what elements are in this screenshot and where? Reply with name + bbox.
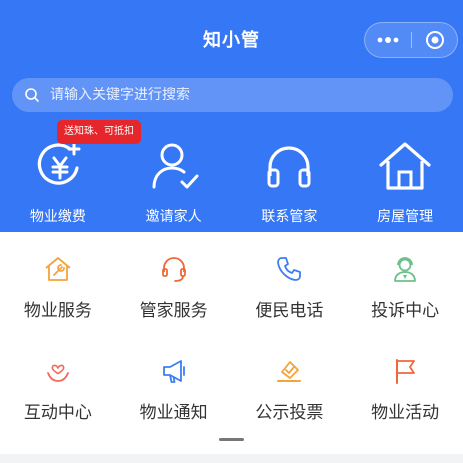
top-menu-payment[interactable]: 物业缴费 — [0, 130, 116, 230]
top-menu-label: 房屋管理 — [377, 209, 434, 225]
headset-icon — [161, 257, 186, 282]
grid-item-label: 物业通知 — [139, 403, 208, 423]
top-menu: 物业缴费 邀请家人 联系管家 房屋管理 — [0, 130, 463, 230]
yen-payment-icon — [37, 142, 81, 185]
service-panel: 物业服务 管家服务 便民电话 投诉中心 互动中心 物业通知 公示投票 物业活动 — [0, 232, 463, 454]
header: 知小管 物业缴费 — [0, 0, 463, 232]
top-menu-house[interactable]: 房屋管理 — [347, 130, 463, 230]
capsule-divider — [411, 32, 412, 48]
phone-icon — [277, 257, 302, 281]
grid-item-phone[interactable]: 便民电话 — [232, 232, 348, 334]
search-bar[interactable] — [12, 78, 453, 112]
search-icon — [24, 86, 42, 104]
more-icon — [377, 37, 399, 43]
mini-program-capsule — [364, 22, 458, 58]
grid-item-label: 公示投票 — [255, 403, 324, 423]
promo-badge: 送知珠、可抵扣 — [57, 120, 141, 144]
top-menu-label: 物业缴费 — [29, 209, 86, 225]
heart-hand-icon — [46, 364, 69, 382]
grid-item-complaint[interactable]: 投诉中心 — [347, 232, 463, 334]
top-menu-label: 邀请家人 — [145, 209, 202, 225]
top-menu-contact[interactable]: 联系管家 — [232, 130, 348, 230]
grid-item-interaction[interactable]: 互动中心 — [0, 334, 116, 436]
grid-item-vote[interactable]: 公示投票 — [232, 334, 348, 436]
top-menu-label: 联系管家 — [261, 209, 318, 225]
flag-icon — [396, 359, 416, 384]
wrench-house-icon — [45, 257, 71, 281]
megaphone-icon — [162, 360, 185, 383]
grid-item-butler-service[interactable]: 管家服务 — [116, 232, 232, 334]
grid-item-label: 互动中心 — [23, 403, 92, 423]
grid-item-label: 投诉中心 — [371, 301, 440, 321]
grid-item-label: 管家服务 — [139, 301, 208, 321]
agent-icon — [394, 257, 417, 282]
grid-item-property-service[interactable]: 物业服务 — [0, 232, 116, 334]
vote-icon — [277, 361, 302, 382]
grid-item-activity[interactable]: 物业活动 — [347, 334, 463, 436]
service-grid: 物业服务 管家服务 便民电话 投诉中心 互动中心 物业通知 公示投票 物业活动 — [0, 232, 463, 436]
grid-item-label: 物业活动 — [371, 403, 440, 423]
invite-user-icon — [152, 143, 199, 189]
grid-item-label: 便民电话 — [255, 301, 324, 321]
house-icon — [379, 142, 431, 190]
top-menu-invite[interactable]: 邀请家人 — [116, 130, 232, 230]
grid-item-label: 物业服务 — [23, 301, 92, 321]
capsule-close-icon — [426, 31, 444, 49]
headphones-icon — [267, 146, 311, 188]
search-input[interactable] — [50, 87, 430, 103]
grid-item-notice[interactable]: 物业通知 — [116, 334, 232, 436]
close-button[interactable] — [413, 23, 457, 57]
home-indicator — [219, 438, 244, 441]
more-button[interactable] — [365, 23, 411, 57]
